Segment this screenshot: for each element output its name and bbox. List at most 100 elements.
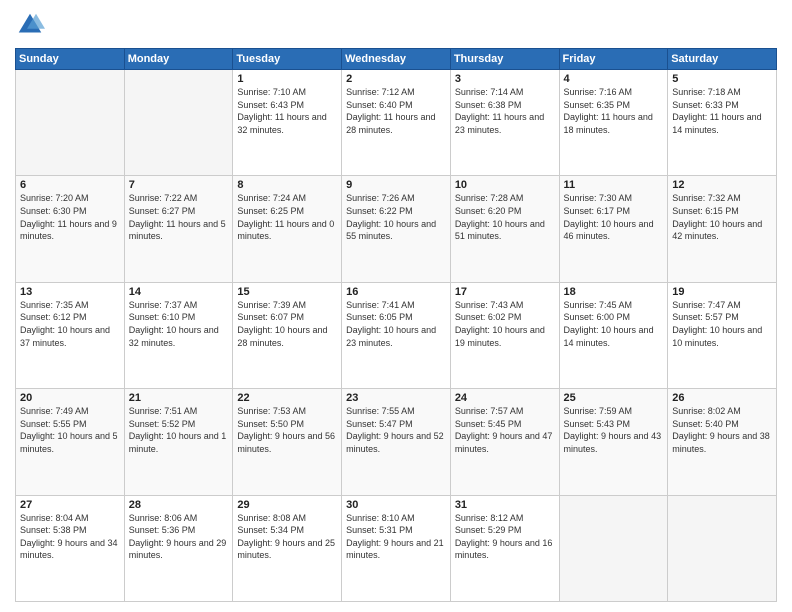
calendar-day-cell: 27Sunrise: 8:04 AMSunset: 5:38 PMDayligh…	[16, 495, 125, 601]
weekday-header: Monday	[124, 49, 233, 70]
day-info: Sunrise: 7:55 AMSunset: 5:47 PMDaylight:…	[346, 405, 446, 455]
day-number: 11	[564, 179, 664, 191]
day-info: Sunrise: 7:43 AMSunset: 6:02 PMDaylight:…	[455, 299, 555, 349]
calendar-day-cell	[124, 70, 233, 176]
calendar-day-cell: 18Sunrise: 7:45 AMSunset: 6:00 PMDayligh…	[559, 282, 668, 388]
weekday-header: Saturday	[668, 49, 777, 70]
calendar-day-cell: 8Sunrise: 7:24 AMSunset: 6:25 PMDaylight…	[233, 176, 342, 282]
day-info: Sunrise: 7:41 AMSunset: 6:05 PMDaylight:…	[346, 299, 446, 349]
calendar-day-cell: 4Sunrise: 7:16 AMSunset: 6:35 PMDaylight…	[559, 70, 668, 176]
day-info: Sunrise: 7:47 AMSunset: 5:57 PMDaylight:…	[672, 299, 772, 349]
day-number: 19	[672, 286, 772, 298]
calendar-day-cell: 7Sunrise: 7:22 AMSunset: 6:27 PMDaylight…	[124, 176, 233, 282]
day-number: 2	[346, 73, 446, 85]
weekday-header: Wednesday	[342, 49, 451, 70]
day-number: 17	[455, 286, 555, 298]
calendar-header-row: SundayMondayTuesdayWednesdayThursdayFrid…	[16, 49, 777, 70]
day-info: Sunrise: 7:57 AMSunset: 5:45 PMDaylight:…	[455, 405, 555, 455]
calendar-table: SundayMondayTuesdayWednesdayThursdayFrid…	[15, 48, 777, 602]
day-info: Sunrise: 8:12 AMSunset: 5:29 PMDaylight:…	[455, 512, 555, 562]
calendar-day-cell: 6Sunrise: 7:20 AMSunset: 6:30 PMDaylight…	[16, 176, 125, 282]
calendar-day-cell	[16, 70, 125, 176]
day-number: 26	[672, 392, 772, 404]
day-number: 29	[237, 499, 337, 511]
calendar-day-cell: 10Sunrise: 7:28 AMSunset: 6:20 PMDayligh…	[450, 176, 559, 282]
day-number: 12	[672, 179, 772, 191]
day-info: Sunrise: 7:14 AMSunset: 6:38 PMDaylight:…	[455, 86, 555, 136]
day-info: Sunrise: 7:12 AMSunset: 6:40 PMDaylight:…	[346, 86, 446, 136]
calendar-day-cell: 25Sunrise: 7:59 AMSunset: 5:43 PMDayligh…	[559, 389, 668, 495]
calendar-week-row: 13Sunrise: 7:35 AMSunset: 6:12 PMDayligh…	[16, 282, 777, 388]
day-info: Sunrise: 8:06 AMSunset: 5:36 PMDaylight:…	[129, 512, 229, 562]
header	[15, 10, 777, 40]
day-info: Sunrise: 7:49 AMSunset: 5:55 PMDaylight:…	[20, 405, 120, 455]
day-info: Sunrise: 7:18 AMSunset: 6:33 PMDaylight:…	[672, 86, 772, 136]
day-number: 13	[20, 286, 120, 298]
day-info: Sunrise: 7:35 AMSunset: 6:12 PMDaylight:…	[20, 299, 120, 349]
day-info: Sunrise: 7:37 AMSunset: 6:10 PMDaylight:…	[129, 299, 229, 349]
day-info: Sunrise: 7:24 AMSunset: 6:25 PMDaylight:…	[237, 192, 337, 242]
day-info: Sunrise: 7:51 AMSunset: 5:52 PMDaylight:…	[129, 405, 229, 455]
day-number: 23	[346, 392, 446, 404]
calendar-day-cell: 29Sunrise: 8:08 AMSunset: 5:34 PMDayligh…	[233, 495, 342, 601]
calendar-day-cell: 13Sunrise: 7:35 AMSunset: 6:12 PMDayligh…	[16, 282, 125, 388]
day-number: 16	[346, 286, 446, 298]
calendar-day-cell: 31Sunrise: 8:12 AMSunset: 5:29 PMDayligh…	[450, 495, 559, 601]
day-info: Sunrise: 8:04 AMSunset: 5:38 PMDaylight:…	[20, 512, 120, 562]
day-info: Sunrise: 8:08 AMSunset: 5:34 PMDaylight:…	[237, 512, 337, 562]
weekday-header: Thursday	[450, 49, 559, 70]
day-number: 27	[20, 499, 120, 511]
calendar-day-cell: 12Sunrise: 7:32 AMSunset: 6:15 PMDayligh…	[668, 176, 777, 282]
day-number: 22	[237, 392, 337, 404]
day-info: Sunrise: 7:45 AMSunset: 6:00 PMDaylight:…	[564, 299, 664, 349]
day-number: 25	[564, 392, 664, 404]
day-info: Sunrise: 7:16 AMSunset: 6:35 PMDaylight:…	[564, 86, 664, 136]
calendar-day-cell: 11Sunrise: 7:30 AMSunset: 6:17 PMDayligh…	[559, 176, 668, 282]
weekday-header: Friday	[559, 49, 668, 70]
calendar-day-cell	[668, 495, 777, 601]
calendar-day-cell: 22Sunrise: 7:53 AMSunset: 5:50 PMDayligh…	[233, 389, 342, 495]
calendar-week-row: 27Sunrise: 8:04 AMSunset: 5:38 PMDayligh…	[16, 495, 777, 601]
day-number: 4	[564, 73, 664, 85]
day-number: 18	[564, 286, 664, 298]
day-number: 14	[129, 286, 229, 298]
day-info: Sunrise: 7:26 AMSunset: 6:22 PMDaylight:…	[346, 192, 446, 242]
calendar-day-cell	[559, 495, 668, 601]
calendar-day-cell: 16Sunrise: 7:41 AMSunset: 6:05 PMDayligh…	[342, 282, 451, 388]
day-number: 9	[346, 179, 446, 191]
day-info: Sunrise: 7:10 AMSunset: 6:43 PMDaylight:…	[237, 86, 337, 136]
calendar-day-cell: 19Sunrise: 7:47 AMSunset: 5:57 PMDayligh…	[668, 282, 777, 388]
day-info: Sunrise: 7:32 AMSunset: 6:15 PMDaylight:…	[672, 192, 772, 242]
day-info: Sunrise: 7:20 AMSunset: 6:30 PMDaylight:…	[20, 192, 120, 242]
day-number: 15	[237, 286, 337, 298]
day-number: 8	[237, 179, 337, 191]
day-info: Sunrise: 8:10 AMSunset: 5:31 PMDaylight:…	[346, 512, 446, 562]
calendar-week-row: 6Sunrise: 7:20 AMSunset: 6:30 PMDaylight…	[16, 176, 777, 282]
weekday-header: Tuesday	[233, 49, 342, 70]
day-info: Sunrise: 7:28 AMSunset: 6:20 PMDaylight:…	[455, 192, 555, 242]
calendar-week-row: 20Sunrise: 7:49 AMSunset: 5:55 PMDayligh…	[16, 389, 777, 495]
calendar-day-cell: 15Sunrise: 7:39 AMSunset: 6:07 PMDayligh…	[233, 282, 342, 388]
day-number: 24	[455, 392, 555, 404]
day-info: Sunrise: 8:02 AMSunset: 5:40 PMDaylight:…	[672, 405, 772, 455]
day-number: 7	[129, 179, 229, 191]
day-number: 5	[672, 73, 772, 85]
calendar-day-cell: 9Sunrise: 7:26 AMSunset: 6:22 PMDaylight…	[342, 176, 451, 282]
calendar-day-cell: 30Sunrise: 8:10 AMSunset: 5:31 PMDayligh…	[342, 495, 451, 601]
day-number: 1	[237, 73, 337, 85]
logo	[15, 10, 47, 40]
day-info: Sunrise: 7:59 AMSunset: 5:43 PMDaylight:…	[564, 405, 664, 455]
calendar-week-row: 1Sunrise: 7:10 AMSunset: 6:43 PMDaylight…	[16, 70, 777, 176]
day-number: 20	[20, 392, 120, 404]
day-info: Sunrise: 7:22 AMSunset: 6:27 PMDaylight:…	[129, 192, 229, 242]
day-number: 21	[129, 392, 229, 404]
calendar-day-cell: 23Sunrise: 7:55 AMSunset: 5:47 PMDayligh…	[342, 389, 451, 495]
weekday-header: Sunday	[16, 49, 125, 70]
calendar-day-cell: 2Sunrise: 7:12 AMSunset: 6:40 PMDaylight…	[342, 70, 451, 176]
calendar-day-cell: 5Sunrise: 7:18 AMSunset: 6:33 PMDaylight…	[668, 70, 777, 176]
calendar-body: 1Sunrise: 7:10 AMSunset: 6:43 PMDaylight…	[16, 70, 777, 602]
day-number: 31	[455, 499, 555, 511]
calendar-day-cell: 14Sunrise: 7:37 AMSunset: 6:10 PMDayligh…	[124, 282, 233, 388]
calendar-day-cell: 17Sunrise: 7:43 AMSunset: 6:02 PMDayligh…	[450, 282, 559, 388]
logo-icon	[15, 10, 45, 40]
